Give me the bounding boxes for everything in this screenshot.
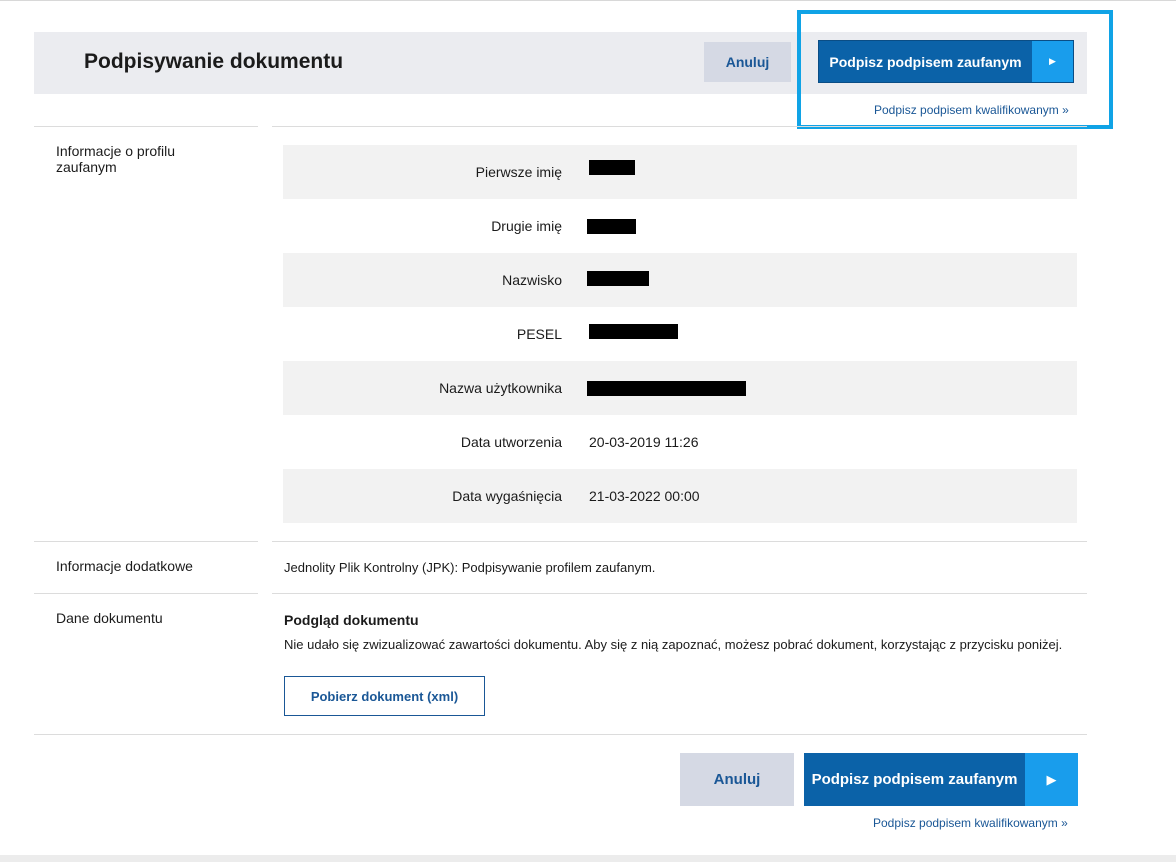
profile-row-expires: Data wygaśnięcia 21-03-2022 00:00 (283, 469, 1077, 523)
additional-info-text: Jednolity Plik Kontrolny (JPK): Podpisyw… (284, 560, 656, 575)
profile-row-created: Data utworzenia 20-03-2019 11:26 (283, 415, 1077, 469)
profile-row-second-name: Drugie imię (283, 199, 1077, 253)
divider (272, 126, 1087, 127)
preview-title: Podgląd dokumentu (284, 612, 419, 628)
play-triangle-icon: ▶ (1032, 40, 1074, 83)
row-label: Drugie imię (491, 218, 562, 234)
row-label: Data utworzenia (460, 434, 562, 450)
cancel-button-top[interactable]: Anuluj (704, 42, 791, 82)
row-label: Pierwsze imię (475, 164, 562, 180)
section-label-additional: Informacje dodatkowe (56, 558, 193, 574)
download-xml-button[interactable]: Pobierz dokument (xml) (284, 676, 485, 716)
redacted-value (587, 381, 746, 396)
redacted-value (587, 219, 636, 234)
row-label: Data wygaśnięcia (452, 488, 562, 504)
redacted-value (589, 324, 678, 339)
row-value: 20-03-2019 11:26 (589, 434, 699, 450)
sign-qualified-link-top[interactable]: Podpisz podpisem kwalifikowanym » (874, 103, 1069, 117)
profile-row-username: Nazwa użytkownika (283, 361, 1077, 415)
redacted-value (589, 160, 635, 175)
divider (34, 126, 258, 127)
bottom-band (0, 855, 1176, 862)
row-label: Nazwa użytkownika (439, 380, 562, 396)
divider (34, 541, 258, 542)
profile-row-pesel: PESEL (283, 307, 1077, 361)
play-triangle-icon: ▶ (1025, 753, 1078, 806)
divider (34, 734, 1087, 735)
divider (272, 541, 1087, 542)
divider (34, 593, 258, 594)
sign-trusted-label: Podpisz podpisem zaufanym (818, 40, 1032, 83)
section-label-profile: Informacje o profilu zaufanym (56, 143, 176, 175)
top-border (0, 0, 1176, 1)
profile-row-surname: Nazwisko (283, 253, 1077, 307)
redacted-value (587, 271, 649, 286)
sign-qualified-link-bottom[interactable]: Podpisz podpisem kwalifikowanym » (873, 816, 1068, 830)
page-title: Podpisywanie dokumentu (84, 50, 344, 73)
section-label-document: Dane dokumentu (56, 610, 163, 626)
row-label: PESEL (516, 326, 562, 342)
sign-trusted-label: Podpisz podpisem zaufanym (804, 753, 1025, 806)
row-label: Nazwisko (502, 272, 562, 288)
cancel-button-bottom[interactable]: Anuluj (680, 753, 794, 806)
row-value: 21-03-2022 00:00 (589, 488, 700, 504)
preview-text: Nie udało się zwizualizować zawartości d… (284, 637, 1063, 652)
sign-trusted-button-top[interactable]: Podpisz podpisem zaufanym ▶ (818, 40, 1074, 83)
divider (272, 593, 1087, 594)
sign-trusted-button-bottom[interactable]: Podpisz podpisem zaufanym ▶ (804, 753, 1078, 806)
profile-row-first-name: Pierwsze imię (283, 145, 1077, 199)
